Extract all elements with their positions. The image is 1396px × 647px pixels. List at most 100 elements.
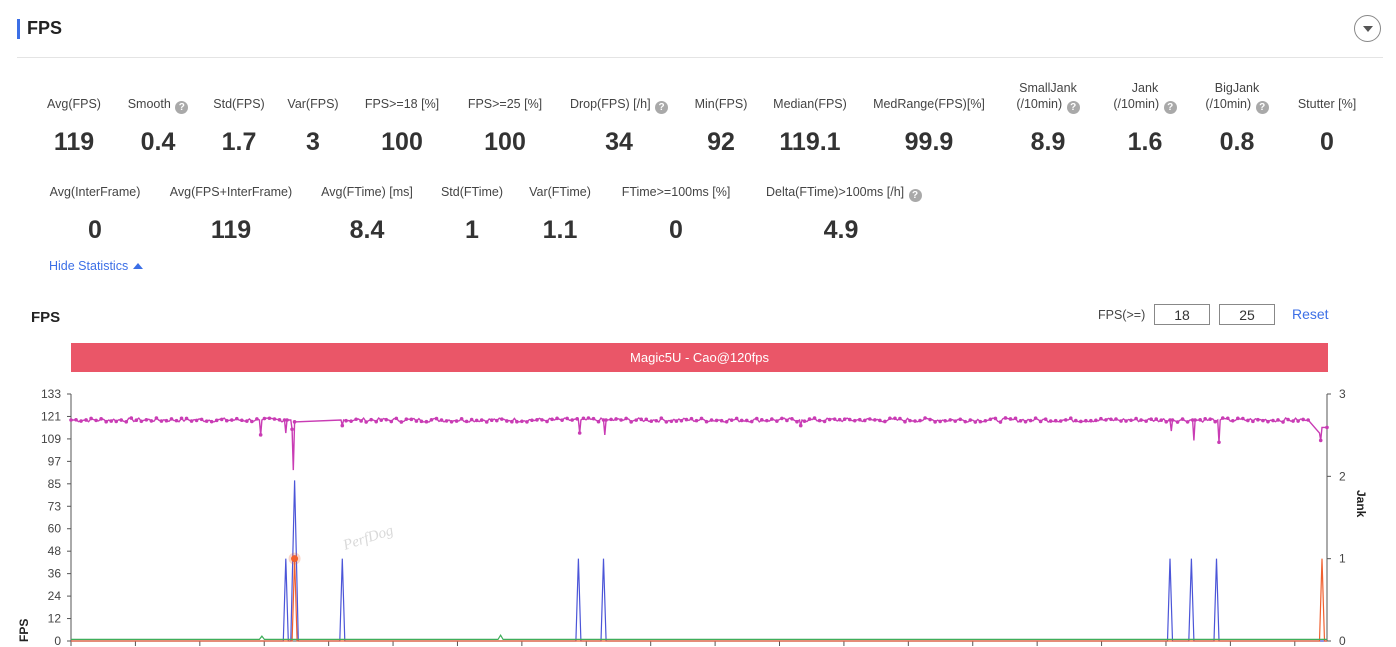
fps-point [262, 416, 267, 421]
fps-point [988, 417, 993, 422]
fps-point [414, 419, 419, 423]
fps-threshold-input-2[interactable] [1219, 304, 1275, 325]
fps-point [983, 418, 988, 423]
fps-point [1094, 418, 1098, 423]
stat-row2-6: Delta(FTime)>100ms [/h] ? 4.9 [766, 184, 922, 244]
fps-point [234, 416, 239, 421]
fps-point [1154, 417, 1158, 421]
fps-point [1241, 416, 1245, 421]
y-tick-label: 97 [48, 454, 62, 468]
fps-point [404, 417, 409, 421]
fps-point [359, 419, 363, 423]
fps-point [419, 419, 424, 424]
fps-point [1028, 418, 1033, 423]
fps-point [614, 417, 618, 421]
help-icon[interactable]: ? [908, 189, 922, 202]
fps-point [664, 420, 669, 424]
fps-point [1231, 419, 1235, 423]
stat-value: 0 [88, 216, 102, 244]
fps-point [581, 416, 586, 421]
fps-point [1251, 419, 1255, 424]
stat-label-text: BigJank [1214, 81, 1260, 95]
series-line-interframe [71, 634, 1327, 640]
fps-point [1261, 418, 1265, 423]
collapse-section-button[interactable] [1354, 15, 1381, 42]
y2-tick-label: 0 [1339, 634, 1346, 647]
fps-point [1119, 419, 1123, 423]
fps-point [943, 418, 947, 423]
fps-point [530, 418, 534, 423]
fps-point [1193, 418, 1197, 422]
device-banner: Magic5U - Cao@120fps [71, 343, 1328, 372]
fps-point [169, 417, 174, 421]
fps-point [684, 417, 689, 422]
stat-label-text: Avg(InterFrame) [49, 185, 141, 199]
y-tick-label: 60 [48, 522, 62, 536]
fps-point [888, 416, 892, 421]
stat-row2-1: Avg(FPS+InterFrame) 119 [156, 184, 306, 244]
fps-point [1208, 417, 1212, 421]
fps-point [154, 416, 159, 420]
fps-point [570, 418, 574, 422]
fps-threshold-input-1[interactable] [1154, 304, 1210, 325]
stat-row1-13: Stutter [%] 0 [1252, 96, 1396, 156]
fps-point [744, 418, 749, 423]
fps-point [790, 416, 794, 421]
fps-point [255, 417, 259, 421]
stat-row2-0: Avg(InterFrame) 0 [20, 184, 170, 244]
stat-label-text: FPS>=25 [%] [467, 97, 543, 111]
fps-point [765, 418, 769, 423]
stat-value: 119 [210, 216, 252, 244]
fps-point [953, 419, 958, 423]
watermark: PerfDog [340, 522, 396, 554]
fps-point [1180, 417, 1185, 421]
fps-point [144, 417, 149, 422]
fps-point [998, 420, 1003, 424]
fps-point [444, 419, 449, 423]
reset-button[interactable]: Reset [1292, 306, 1329, 322]
fps-point [577, 431, 582, 435]
y-tick-label: 109 [41, 432, 61, 446]
stat-value: 4.9 [823, 216, 859, 244]
stat-label-text: Median(FPS) [773, 97, 847, 111]
fps-point [449, 419, 454, 424]
fps-point [609, 417, 613, 422]
y-tick-label: 48 [48, 544, 62, 558]
fps-point [510, 419, 514, 424]
fps-point [1159, 418, 1164, 422]
fps-point [1246, 418, 1250, 423]
fps-point [928, 417, 932, 422]
fps-point [898, 416, 902, 421]
fps-point [832, 417, 837, 421]
fps-point [219, 417, 224, 422]
hide-statistics-link[interactable]: Hide Statistics [49, 259, 144, 273]
fps-point [84, 418, 88, 422]
fps-point [394, 416, 399, 421]
fps-point [484, 420, 489, 424]
fps-point [179, 416, 184, 421]
y-tick-label: 85 [48, 477, 62, 491]
fps-point [679, 418, 684, 423]
fps-point [74, 417, 78, 422]
fps-point [669, 419, 674, 424]
fps-point [719, 418, 724, 423]
fps-point [1306, 418, 1310, 422]
header-accent-bar [17, 19, 20, 39]
fps-chart[interactable]: PerfDog 133 121 109 97 85 73 60 48 36 24 12 0 3 2 1 0 F… [0, 380, 1396, 647]
fps-point [505, 419, 509, 423]
fps-point [1003, 416, 1008, 420]
fps-point [184, 416, 189, 421]
fps-point [1266, 419, 1270, 424]
fps-point [489, 418, 494, 422]
stat-label-text: Var(FTime) [529, 185, 591, 199]
fps-point [1185, 420, 1190, 424]
fps-point [918, 418, 922, 423]
fps-point [893, 416, 897, 421]
fps-point [525, 420, 529, 424]
stat-label: FTime>=100ms [%] [601, 184, 751, 200]
fps-point [1008, 417, 1013, 421]
fps-point [129, 416, 134, 420]
fps-point [807, 417, 812, 421]
fps-point [1149, 417, 1153, 422]
fps-point [494, 418, 499, 423]
